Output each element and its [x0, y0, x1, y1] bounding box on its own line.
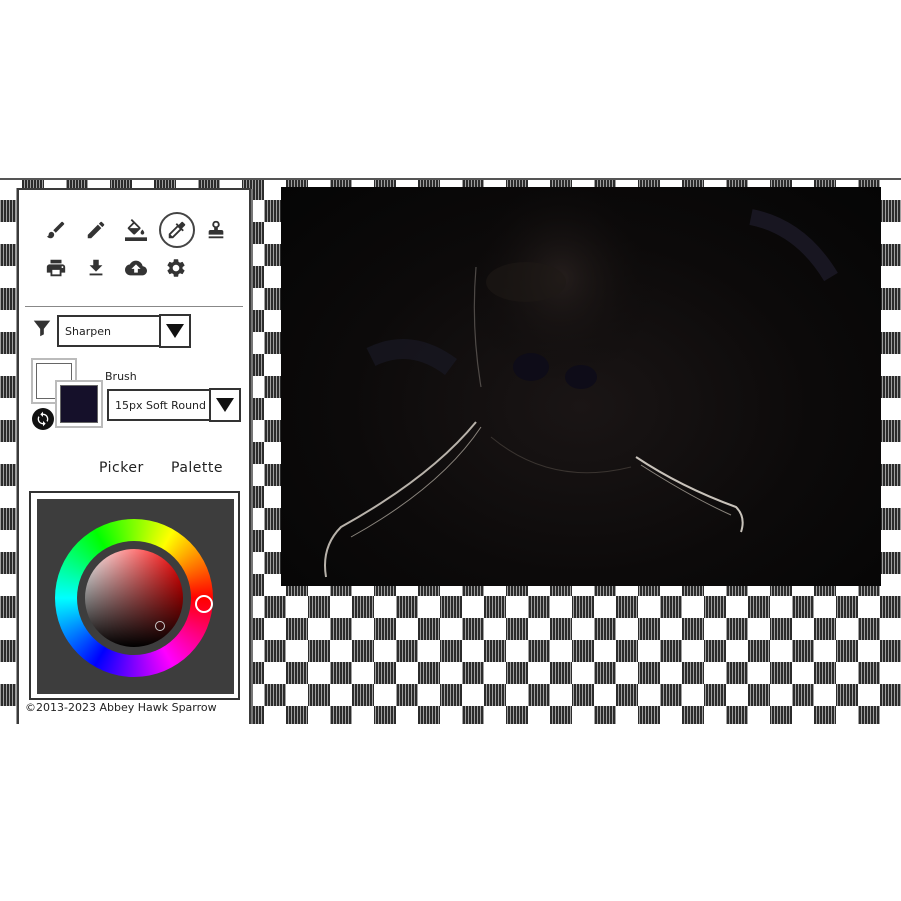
saturation-value-disc[interactable] [85, 549, 183, 647]
primary-color-swatch[interactable] [55, 380, 103, 428]
fill-tool-button[interactable] [121, 215, 151, 245]
filter-icon [33, 320, 51, 337]
hue-wheel[interactable] [55, 519, 213, 677]
eyedropper-icon [168, 221, 186, 239]
filter-select[interactable]: Sharpen [57, 315, 161, 347]
saturation-value-handle[interactable] [155, 621, 165, 631]
brush-select[interactable]: 15px Soft Round [107, 389, 211, 421]
filter-dropdown-toggle[interactable] [159, 314, 191, 348]
primary-color-fill [60, 385, 98, 423]
color-picker-frame [29, 491, 240, 700]
top-rule [0, 178, 901, 180]
tool-panel: Sharpen Brush 15px Soft Round Picker Pal… [17, 188, 251, 724]
settings-button[interactable] [161, 253, 191, 283]
filter-button[interactable] [27, 313, 57, 343]
app-workspace: Sharpen Brush 15px Soft Round Picker Pal… [0, 178, 901, 724]
brush-label: Brush [105, 370, 137, 383]
download-icon [89, 259, 103, 276]
eyedropper-tool-button[interactable] [159, 212, 195, 248]
panel-divider [25, 306, 243, 307]
drawing-canvas[interactable] [281, 187, 881, 586]
stamp-tool-button[interactable] [201, 215, 231, 245]
brush-dropdown-toggle[interactable] [209, 388, 241, 422]
swap-colors-button[interactable] [32, 408, 54, 430]
brush-tool-button[interactable] [41, 215, 71, 245]
tab-picker[interactable]: Picker [99, 460, 144, 476]
download-button[interactable] [81, 253, 111, 283]
canvas-image [324, 187, 838, 578]
brush-select-value: 15px Soft Round [115, 398, 206, 412]
print-icon [46, 259, 66, 277]
paint-bucket-icon [125, 219, 147, 241]
pencil-tool-button[interactable] [81, 215, 111, 245]
filter-select-value: Sharpen [65, 324, 111, 338]
tab-palette[interactable]: Palette [171, 460, 223, 476]
brush-icon [46, 221, 65, 239]
stamp-icon [208, 220, 224, 239]
color-picker [37, 499, 234, 694]
pencil-icon [87, 221, 105, 239]
swap-colors-icon [37, 411, 49, 427]
cloud-upload-button[interactable] [121, 253, 151, 283]
hue-handle[interactable] [195, 595, 213, 613]
cloud-upload-icon [125, 260, 147, 276]
print-button[interactable] [41, 253, 71, 283]
gear-icon [167, 259, 185, 277]
copyright-text: ©2013-2023 Abbey Hawk Sparrow [25, 701, 217, 714]
